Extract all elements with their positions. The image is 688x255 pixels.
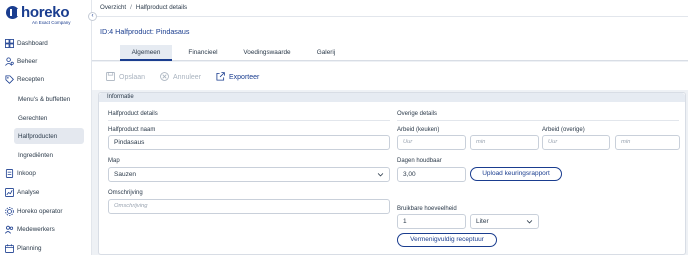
work-kitchen-minutes-input[interactable]: min bbox=[470, 135, 539, 150]
calendar-icon bbox=[5, 243, 14, 253]
sidebar-item-analyse[interactable]: Analyse bbox=[0, 184, 92, 200]
breadcrumb-overzicht-link[interactable]: Overzicht bbox=[100, 4, 126, 11]
name-input[interactable]: Pindasaus bbox=[108, 135, 390, 150]
brand-name: horeko bbox=[21, 4, 70, 21]
cancel-label: Annuleer bbox=[173, 73, 202, 81]
page-title: ID:4 Halfproduct: Pindasaus bbox=[100, 27, 190, 36]
breadcrumb: Overzicht / Halfproduct details bbox=[100, 4, 187, 11]
sidebar-item-label: Beheer bbox=[17, 57, 38, 65]
purchase-document-icon bbox=[5, 168, 14, 178]
sidebar-item-ingredienten[interactable]: Ingrediënten bbox=[0, 147, 92, 163]
sidebar-item-inkoop[interactable]: Inkoop bbox=[0, 165, 92, 181]
recipe-tag-icon bbox=[5, 74, 14, 84]
tab-galerij[interactable]: Galerij bbox=[306, 45, 346, 61]
chevron-left-icon: ‹ bbox=[91, 13, 94, 19]
tab-bar: Algemeen Financieel Voedingswaarde Galer… bbox=[92, 45, 688, 61]
sidebar-item-label: Inkoop bbox=[17, 169, 36, 177]
section-halfproduct-details: Halfproduct details bbox=[108, 111, 158, 117]
users-gear-icon bbox=[5, 56, 14, 66]
title-row: ID:4 Halfproduct: Pindasaus bbox=[92, 17, 688, 45]
sidebar-item-beheer[interactable]: Beheer bbox=[0, 53, 92, 69]
chart-icon bbox=[5, 187, 14, 197]
chevron-down-icon bbox=[526, 220, 533, 224]
map-label: Map bbox=[108, 158, 120, 164]
save-icon bbox=[106, 71, 115, 83]
sidebar-item-label: Horeko operator bbox=[17, 207, 63, 215]
sidebar-item-recepten[interactable]: Recepten bbox=[0, 71, 92, 87]
breadcrumb-separator: / bbox=[130, 4, 132, 11]
cancel-button[interactable]: Annuleer bbox=[160, 71, 201, 83]
export-icon bbox=[216, 71, 225, 83]
save-button[interactable]: Opslaan bbox=[106, 71, 145, 83]
sidebar-item-label: Recepten bbox=[17, 75, 44, 83]
info-panel-title: Informatie bbox=[107, 94, 134, 100]
tab-algemeen[interactable]: Algemeen bbox=[120, 45, 172, 61]
shelf-life-label: Dagen houdbaar bbox=[397, 158, 442, 164]
save-label: Opslaan bbox=[119, 73, 146, 81]
section-divider bbox=[108, 120, 390, 121]
info-panel: Informatie Halfproduct details Halfprodu… bbox=[98, 92, 686, 255]
sidebar-item-label: Menu's & buffetten bbox=[18, 95, 71, 103]
breadcrumb-current: Halfproduct details bbox=[135, 4, 188, 11]
sidebar-item-halfproducten[interactable]: Halfproducten bbox=[14, 128, 84, 144]
sidebar-item-label: Halfproducten bbox=[18, 132, 58, 140]
operator-gear-icon bbox=[5, 206, 14, 216]
cancel-icon bbox=[160, 71, 169, 83]
employees-icon bbox=[4, 225, 14, 234]
tab-financieel[interactable]: Financieel bbox=[178, 45, 228, 61]
name-label: Halfproduct naam bbox=[108, 127, 156, 133]
sidebar-item-horeko-operator[interactable]: Horeko operator bbox=[0, 203, 92, 219]
sidebar-item-label: Dashboard bbox=[17, 39, 48, 47]
sidebar-item-dashboard[interactable]: Dashboard bbox=[0, 35, 92, 51]
section-overige-details: Overige details bbox=[397, 111, 438, 117]
shelf-life-input[interactable]: 3,00 bbox=[397, 167, 466, 182]
brand-tagline: An Exact Company bbox=[32, 20, 71, 25]
upload-inspection-report-button[interactable]: Upload keuringsrapport bbox=[470, 167, 562, 181]
brand-logo[interactable]: horeko An Exact Company bbox=[6, 4, 86, 27]
unit-select[interactable]: Liter bbox=[470, 214, 539, 229]
sidebar-item-label: Analyse bbox=[17, 188, 40, 196]
sidebar-item-planning[interactable]: Planning bbox=[0, 240, 92, 255]
sidebar-item-medewerkers[interactable]: Medewerkers bbox=[0, 221, 92, 237]
sidebar-item-label: Medewerkers bbox=[17, 225, 55, 233]
work-kitchen-hours-input[interactable]: Uur bbox=[397, 135, 466, 150]
tab-voedingswaarde[interactable]: Voedingswaarde bbox=[234, 45, 300, 61]
export-label: Exporteer bbox=[229, 73, 260, 81]
sidebar-item-label: Planning bbox=[17, 244, 42, 252]
chevron-down-icon bbox=[377, 173, 384, 177]
description-input[interactable]: Omschrijving bbox=[108, 199, 390, 214]
map-select-value: Sauzen bbox=[114, 171, 137, 178]
collapse-sidebar-button[interactable]: ‹ bbox=[88, 12, 97, 21]
map-select[interactable]: Sauzen bbox=[108, 167, 390, 182]
unit-select-value: Liter bbox=[476, 218, 489, 225]
topbar: Overzicht / Halfproduct details bbox=[92, 0, 688, 17]
usable-amount-label: Bruikbare hoeveelheid bbox=[397, 206, 457, 212]
sidebar-item-label: Gerechten bbox=[18, 114, 48, 122]
work-other-minutes-input[interactable]: min bbox=[615, 135, 680, 150]
horeko-logo-icon bbox=[6, 6, 19, 19]
sidebar-item-menus-buffetten[interactable]: Menu's & buffetten bbox=[0, 91, 92, 107]
section-divider bbox=[397, 120, 679, 121]
usable-amount-input[interactable]: 1 bbox=[397, 214, 466, 229]
work-other-hours-input[interactable]: Uur bbox=[542, 135, 610, 150]
work-other-label: Arbeid (overige) bbox=[542, 127, 585, 133]
sidebar: horeko An Exact Company Dashboard Beheer… bbox=[0, 0, 92, 255]
sidebar-item-gerechten[interactable]: Gerechten bbox=[0, 110, 92, 126]
work-kitchen-label: Arbeid (keuken) bbox=[397, 127, 440, 133]
info-panel-header: Informatie bbox=[99, 93, 685, 102]
sidebar-item-label: Ingrediënten bbox=[18, 151, 54, 159]
export-button[interactable]: Exporteer bbox=[216, 71, 259, 83]
description-label: Omschrijving bbox=[108, 190, 143, 196]
dashboard-icon bbox=[5, 38, 14, 48]
multiply-recipe-button[interactable]: Vermenigvuldig receptuur bbox=[397, 233, 497, 247]
toolbar: Opslaan Annuleer Exporteer bbox=[92, 62, 688, 90]
